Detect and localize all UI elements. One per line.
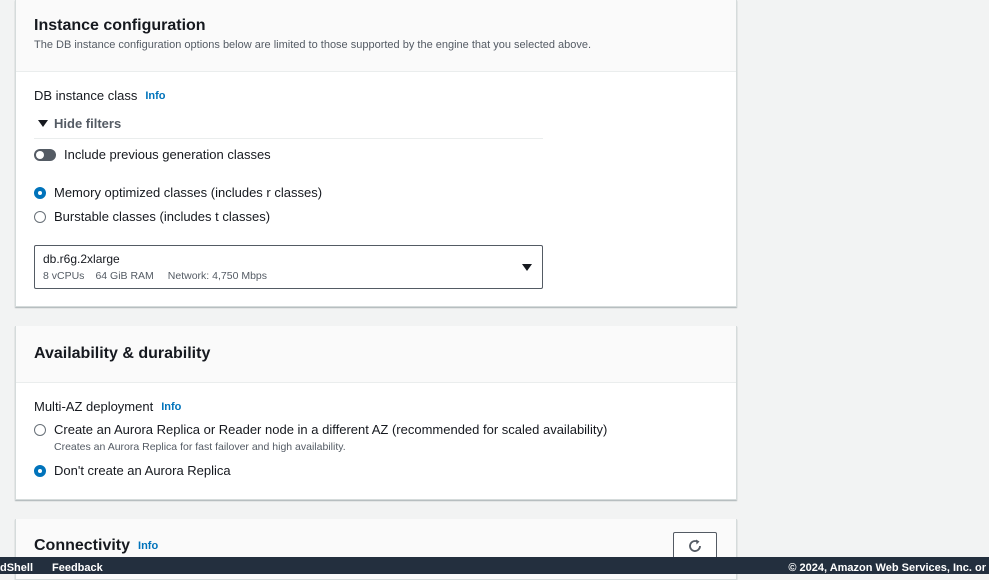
hide-filters-label: Hide filters	[54, 116, 122, 131]
availability-durability-header: Availability & durability	[16, 326, 736, 383]
include-previous-generation-toggle[interactable]	[34, 148, 56, 161]
selected-class-network: Network: 4,750 Mbps	[167, 270, 268, 282]
multi-az-info-link[interactable]: Info	[161, 401, 181, 413]
memory-optimized-radio[interactable]	[34, 186, 46, 199]
availability-durability-title: Availability & durability	[34, 345, 211, 362]
db-instance-class-select[interactable]: db.r6g.2xlarge 8 vCPUs 64 GiB RAM Networ…	[34, 245, 543, 289]
selected-class-specs: 8 vCPUs 64 GiB RAM Network: 4,750 Mbps	[43, 270, 267, 282]
create-replica-radio[interactable]	[34, 423, 46, 436]
include-previous-generation-label: Include previous generation classes	[64, 147, 271, 162]
console-footer: dShell Feedback © 2024, Amazon Web Servi…	[0, 557, 989, 574]
feedback-link[interactable]: Feedback	[52, 562, 103, 574]
instance-configuration-header: Instance configuration The DB instance c…	[16, 0, 736, 72]
instance-configuration-panel: Instance configuration The DB instance c…	[15, 0, 737, 307]
burstable-label: Burstable classes (includes t classes)	[54, 209, 271, 224]
refresh-button[interactable]	[673, 532, 717, 560]
create-replica-description: Creates an Aurora Replica for fast failo…	[54, 441, 346, 453]
instance-configuration-description: The DB instance configuration options be…	[34, 39, 592, 51]
connectivity-title-row: Connectivity Info	[34, 537, 158, 555]
copyright-text: © 2024, Amazon Web Services, Inc. or	[788, 562, 986, 574]
availability-durability-panel: Availability & durability Multi-AZ deplo…	[15, 326, 737, 500]
memory-optimized-option[interactable]: Memory optimized classes (includes r cla…	[34, 185, 322, 200]
selected-class-ram: 64 GiB RAM	[95, 270, 154, 282]
memory-optimized-label: Memory optimized classes (includes r cla…	[54, 185, 323, 200]
create-replica-label: Create an Aurora Replica or Reader node …	[54, 422, 608, 437]
connectivity-info-link[interactable]: Info	[138, 540, 158, 552]
selected-class-vcpus: 8 vCPUs	[43, 270, 85, 282]
multi-az-label: Multi-AZ deployment	[34, 399, 154, 414]
connectivity-title: Connectivity	[34, 537, 131, 554]
db-instance-class-info-link[interactable]: Info	[145, 90, 165, 102]
create-replica-option[interactable]: Create an Aurora Replica or Reader node …	[34, 422, 607, 437]
selected-class-name: db.r6g.2xlarge	[43, 252, 120, 266]
no-replica-radio[interactable]	[34, 464, 46, 477]
no-replica-label: Don't create an Aurora Replica	[54, 463, 231, 478]
multi-az-label-row: Multi-AZ deployment Info	[34, 399, 181, 414]
filters-divider	[34, 138, 543, 139]
select-caret-down-icon	[522, 264, 532, 271]
hide-filters-toggle[interactable]: Hide filters	[38, 116, 121, 131]
cloudshell-link[interactable]: dShell	[0, 562, 33, 574]
refresh-icon	[689, 539, 701, 552]
instance-configuration-title: Instance configuration	[34, 17, 206, 34]
caret-down-icon	[38, 120, 48, 127]
burstable-radio[interactable]	[34, 210, 46, 223]
db-instance-class-label: DB instance class	[34, 88, 138, 103]
db-instance-class-label-row: DB instance class Info	[34, 88, 166, 103]
no-replica-option[interactable]: Don't create an Aurora Replica	[34, 463, 231, 478]
include-previous-generation-row[interactable]: Include previous generation classes	[34, 147, 271, 162]
burstable-option[interactable]: Burstable classes (includes t classes)	[34, 209, 270, 224]
